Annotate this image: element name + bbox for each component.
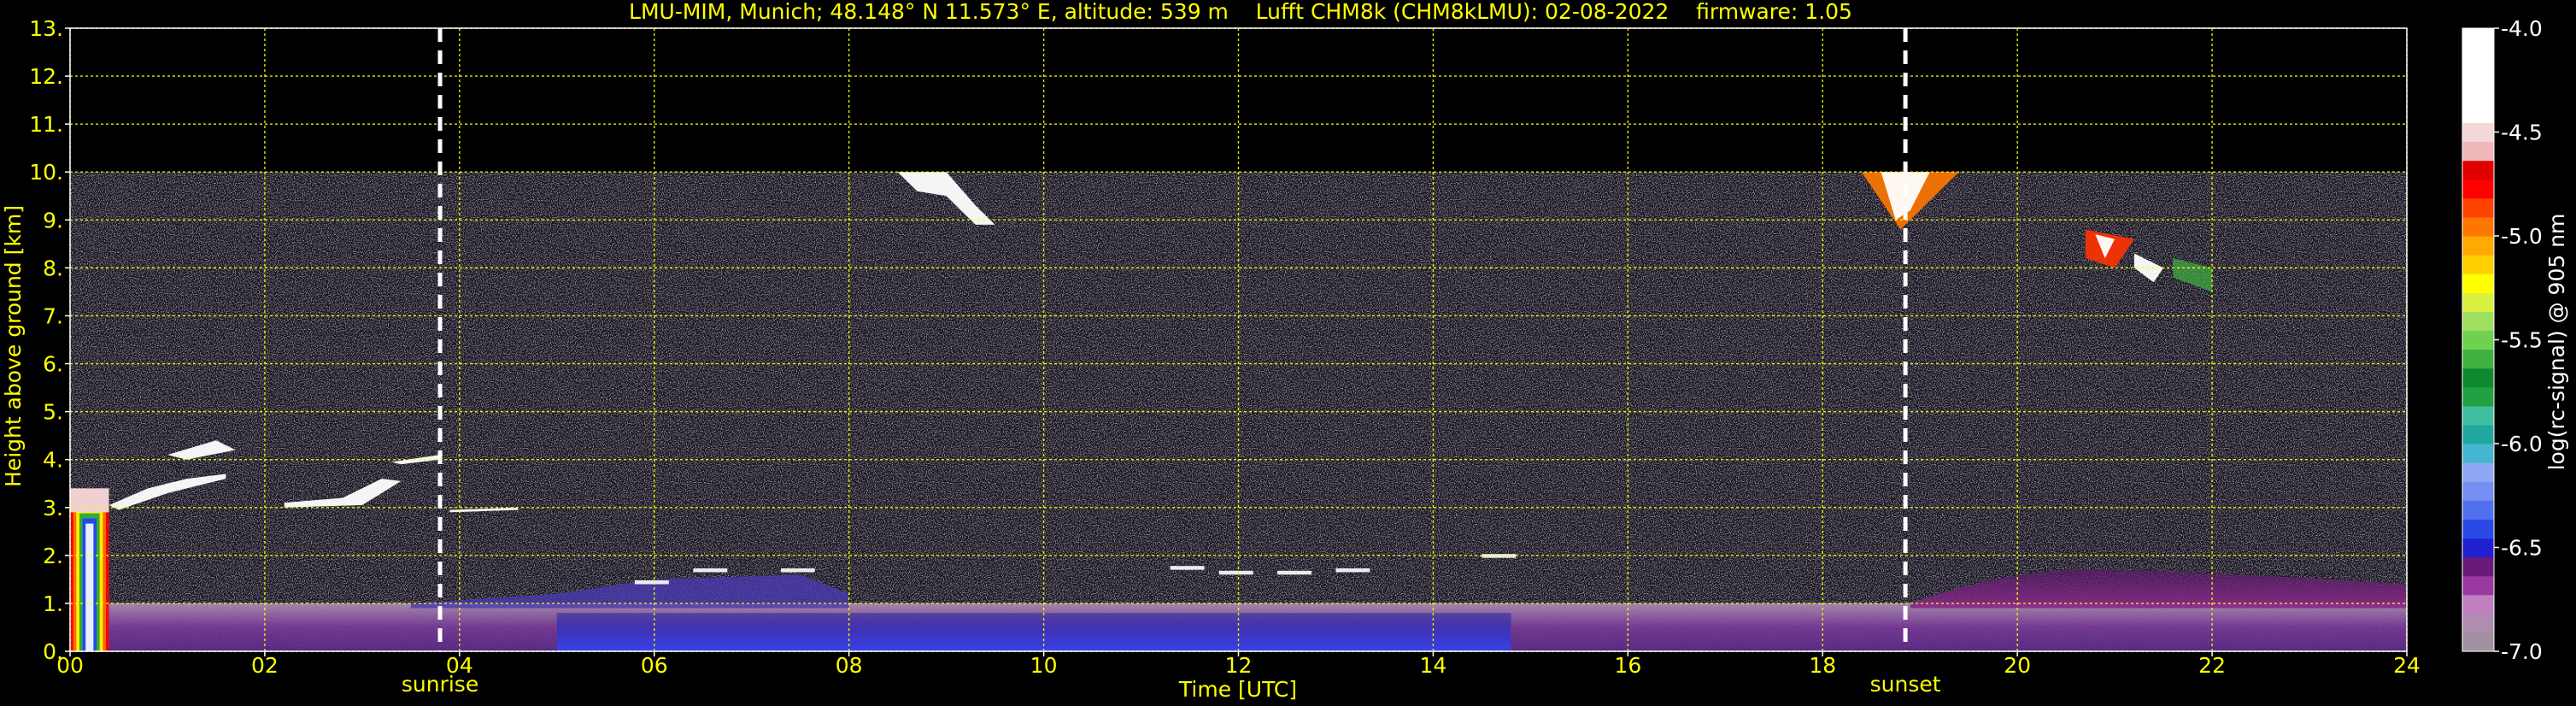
colorbar-segment <box>2462 274 2494 293</box>
y-tick-label: 11. <box>29 112 63 137</box>
x-tick-label: 24 <box>2393 653 2421 678</box>
y-tick-label: 3. <box>43 496 63 521</box>
y-tick-label: 5. <box>43 400 63 425</box>
colorbar-segment <box>2462 462 2494 482</box>
colorbar-segment <box>2462 368 2494 388</box>
colorbar-segment <box>2462 424 2494 444</box>
cloud-cumulus <box>1335 568 1370 573</box>
marker-label-sunset: sunset <box>1870 672 1941 697</box>
ceilometer-chart: LMU-MIM, Munich; 48.148° N 11.573° E, al… <box>1 0 2569 702</box>
colorbar-segment <box>2462 141 2494 162</box>
cloud-cumulus <box>1170 566 1205 570</box>
colorbar-segment <box>2462 613 2494 633</box>
colorbar-segment <box>2462 349 2494 369</box>
y-tick-label: 0. <box>43 639 63 664</box>
colorbar-segment <box>2462 103 2494 124</box>
x-axis-label: Time [UTC] <box>1178 677 1297 702</box>
colorbar-segment <box>2462 444 2494 463</box>
cloud-cumulus <box>634 580 669 585</box>
y-tick-label: 13. <box>29 16 63 41</box>
colorbar-segment <box>2462 500 2494 520</box>
y-tick-label: 12. <box>29 64 63 89</box>
y-axis-label: Height above ground [km] <box>1 205 26 487</box>
x-tick-label: 02 <box>251 653 279 678</box>
low-cloud-band <box>85 523 94 651</box>
y-tick-label: 7. <box>43 303 63 328</box>
colorbar-segment <box>2462 330 2494 350</box>
y-tick-label: 2. <box>43 544 63 568</box>
chart-title: LMU-MIM, Munich; 48.148° N 11.573° E, al… <box>629 0 1852 24</box>
colorbar-segment <box>2462 632 2494 652</box>
x-tick-label: 12 <box>1225 653 1253 678</box>
cloud-cumulus <box>693 568 728 573</box>
colorbar-segment <box>2462 197 2494 218</box>
colorbar-tick-label: -4.0 <box>2501 16 2543 41</box>
y-tick-label: 4. <box>43 448 63 473</box>
x-tick-label: 08 <box>836 653 863 678</box>
colorbar-segment <box>2462 236 2494 256</box>
colorbar-segment <box>2462 481 2494 501</box>
y-tick-label: 8. <box>43 256 63 280</box>
y-tick-label: 6. <box>43 352 63 377</box>
x-tick-label: 04 <box>446 653 473 678</box>
colorbar-segment <box>2462 66 2494 85</box>
x-tick-label: 18 <box>1809 653 1836 678</box>
colorbar-segment <box>2462 160 2494 180</box>
colorbar-tick-label: -4.5 <box>2501 121 2543 145</box>
colorbar-segment <box>2462 311 2494 332</box>
colorbar-segment <box>2462 255 2494 274</box>
colorbar-segment <box>2462 216 2494 237</box>
colorbar-tick-label: -5.5 <box>2501 328 2543 353</box>
colorbar-segment <box>2462 556 2494 577</box>
cloud-cumulus <box>1277 570 1311 575</box>
x-tick-label: 10 <box>1030 653 1058 678</box>
colorbar-tick-label: -6.0 <box>2501 432 2543 456</box>
x-tick-label: 06 <box>641 653 668 678</box>
feature-blue-aerosol <box>556 613 1511 651</box>
y-tick-label: 9. <box>43 208 63 232</box>
colorbar-segment <box>2462 575 2494 596</box>
x-tick-label: 20 <box>2004 653 2031 678</box>
x-tick-label: 22 <box>2198 653 2226 678</box>
x-tick-label: 14 <box>1420 653 1447 678</box>
colorbar: -4.0 -4.5 -5.0 -5.5 -6.0 -6.5 -7.0 <box>2462 16 2543 664</box>
colorbar-tick-label: -6.5 <box>2501 536 2543 561</box>
y-tick-label: 10. <box>29 160 63 185</box>
colorbar-label: log(rc-signal) @ 905 nm <box>2544 214 2569 471</box>
colorbar-segment <box>2462 122 2494 143</box>
x-tick-label: 16 <box>1614 653 1641 678</box>
colorbar-segment <box>2462 179 2494 199</box>
colorbar-segment <box>2462 538 2494 558</box>
colorbar-segment <box>2462 519 2494 539</box>
colorbar-tick-label: -7.0 <box>2501 639 2543 664</box>
cloud-cumulus <box>1218 570 1253 575</box>
colorbar-segment <box>2462 85 2494 104</box>
colorbar-segment <box>2462 405 2494 426</box>
colorbar-segment <box>2462 292 2494 312</box>
cloud-cumulus <box>780 568 815 573</box>
low-cloud-top <box>70 488 109 513</box>
colorbar-segment <box>2462 47 2494 67</box>
colorbar-segment <box>2462 28 2494 48</box>
colorbar-tick-label: -5.0 <box>2501 224 2543 249</box>
y-tick-label: 1. <box>43 591 63 616</box>
colorbar-segment <box>2462 386 2494 407</box>
colorbar-segment <box>2462 594 2494 615</box>
